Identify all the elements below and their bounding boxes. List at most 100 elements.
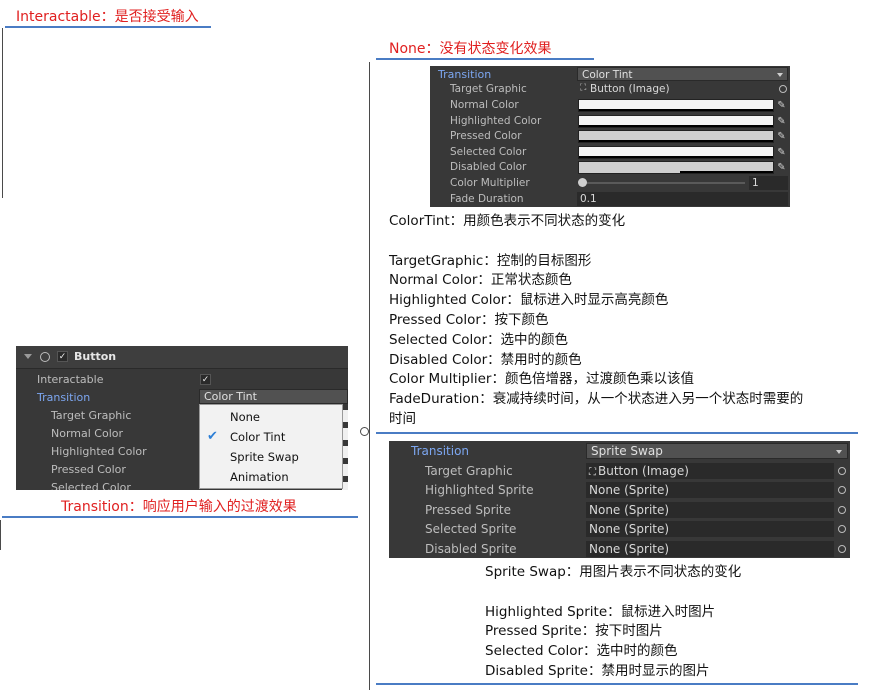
interactable-underline — [5, 26, 211, 28]
menu-item[interactable]: ✔ Color Tint — [200, 427, 342, 447]
ss-row-field[interactable]: None (Sprite) — [586, 521, 834, 538]
ss-row-value: None (Sprite) — [589, 483, 670, 498]
ct-color-label: Pressed Color — [450, 130, 522, 143]
note-line: Disabled Color：禁用时的颜色 — [389, 351, 582, 368]
ct-multiplier-slider-track[interactable] — [580, 182, 745, 184]
eyedropper-icon[interactable]: ✎ — [776, 116, 787, 127]
inspector-row-label: Pressed Color — [51, 463, 126, 476]
ct-fade-duration-field[interactable]: 0.1 — [577, 192, 788, 206]
ct-multiplier-slider-handle[interactable] — [578, 178, 587, 187]
object-picker-icon[interactable] — [838, 486, 846, 495]
note-line: Normal Color：正常状态颜色 — [389, 272, 572, 289]
transition-underline — [2, 516, 358, 518]
ct-alpha-bar — [579, 109, 773, 111]
note-line: 时间 — [389, 410, 416, 427]
none-title: None：没有状态变化效果 — [389, 41, 552, 57]
object-picker-icon[interactable] — [838, 467, 846, 475]
ct-image-icon: ⛶ — [580, 83, 587, 93]
connector-node-circle — [360, 427, 369, 436]
ss-row-field[interactable]: None (Sprite) — [586, 501, 834, 518]
connector-left-bottom — [0, 520, 1, 550]
inspector-row-label: Target Graphic — [51, 409, 132, 422]
ct-color-swatch[interactable] — [578, 161, 774, 175]
inspector-row-label: Normal Color — [51, 427, 124, 440]
object-picker-icon[interactable] — [838, 544, 846, 553]
ss-row-field[interactable]: None (Sprite) — [586, 482, 834, 499]
note-line: Pressed Color：按下颜色 — [389, 311, 549, 328]
note-line: Highlighted Color：鼠标进入时显示高亮颜色 — [389, 292, 669, 309]
foldout-arrow-icon[interactable] — [24, 354, 32, 359]
note-line: Highlighted Sprite：鼠标进入时图片 — [485, 603, 716, 620]
ct-alpha-bar — [679, 171, 773, 174]
note-line: TargetGraphic：控制的目标图形 — [389, 252, 592, 269]
ss-row-value: None (Sprite) — [589, 522, 670, 537]
ct-color-label: Disabled Color — [450, 161, 527, 174]
eyedropper-icon[interactable]: ✎ — [776, 131, 787, 142]
ct-fade-duration-label: Fade Duration — [450, 193, 524, 205]
transition-dropdown[interactable]: Color Tint — [199, 389, 348, 404]
eyedropper-icon[interactable]: ✎ — [776, 162, 787, 173]
colortint-notes: ColorTint：用颜色表示不同状态的变化 TargetGraphic：控制的目… — [389, 212, 803, 430]
transition-menu: None ✔ Color Tint Sprite Swap Animation — [199, 404, 343, 489]
image-icon: ⛶ — [589, 467, 596, 478]
spriteswap-notes: Sprite Swap：用图片表示不同状态的变化 Highlighted Spri… — [485, 563, 741, 682]
ct-color-swatch[interactable] — [578, 114, 774, 128]
connector-left-top — [2, 28, 3, 198]
ss-row-label: Pressed Sprite — [425, 502, 511, 517]
ss-row-label: Disabled Sprite — [425, 541, 517, 556]
note-line: Selected Color：选中时的颜色 — [485, 643, 678, 660]
ct-alpha-bar — [579, 124, 773, 127]
note-line: Color Multiplier：颜色倍增器，过渡颜色乘以该值 — [389, 371, 694, 388]
ct-alpha-bar — [579, 140, 773, 143]
menu-item-label: Sprite Swap — [230, 450, 299, 464]
note-line — [389, 232, 803, 252]
ct-target-graphic-label: Target Graphic — [450, 83, 527, 95]
eyedropper-icon[interactable]: ✎ — [776, 100, 787, 111]
colortint-underline — [376, 432, 858, 434]
ss-row-label: Target Graphic — [425, 464, 513, 478]
ct-color-swatch[interactable] — [578, 99, 774, 112]
note-line: FadeDuration：衰减持续时间，从一个状态进入另一个状态时需要的 — [389, 391, 804, 408]
object-picker-icon[interactable] — [838, 525, 846, 534]
ct-color-multiplier-field[interactable]: 1 — [749, 176, 788, 190]
ss-row-field[interactable]: None (Sprite) — [586, 540, 834, 557]
component-enabled-checkbox[interactable]: ✓ — [57, 351, 68, 362]
eyedropper-icon[interactable]: ✎ — [776, 147, 787, 158]
ct-color-swatch[interactable] — [578, 130, 774, 144]
ct-color-label: Selected Color — [450, 145, 527, 158]
ct-color-swatch[interactable] — [578, 145, 774, 159]
ss-row-label: Selected Sprite — [425, 522, 517, 537]
note-line: Sprite Swap：用图片表示不同状态的变化 — [485, 564, 742, 580]
ct-alpha-bar — [579, 155, 773, 158]
interactable-title: Interactable：是否接受输入 — [16, 9, 199, 25]
ct-transition-label: Transition — [438, 68, 492, 81]
object-picker-icon[interactable] — [838, 505, 846, 514]
interactable-checkbox[interactable]: ✓ — [200, 374, 211, 385]
component-icon — [40, 352, 50, 362]
ct-object-picker-icon[interactable] — [779, 85, 787, 93]
connector-main-trunk — [369, 62, 370, 690]
menu-item[interactable]: Animation — [200, 467, 342, 487]
transition-label: Transition — [37, 391, 91, 404]
menu-item[interactable]: None — [200, 407, 342, 427]
ct-target-graphic-value[interactable]: Button (Image) — [590, 82, 670, 97]
spriteswap-panel: Transition Sprite Swap Target Graphic ⛶ Bu… — [389, 441, 850, 558]
ss-dropdown-arrow-icon — [836, 450, 842, 454]
ct-transition-dropdown[interactable]: Color Tint — [577, 67, 788, 81]
ct-color-label: Normal Color — [450, 99, 519, 111]
menu-item[interactable]: Sprite Swap — [200, 447, 342, 467]
colortint-panel: Transition Color Tint Target Graphic ⛶ B… — [430, 66, 790, 207]
ss-row-label: Highlighted Sprite — [425, 483, 534, 498]
ct-color-label: Highlighted Color — [450, 114, 542, 127]
menu-item-label: None — [230, 410, 261, 424]
component-name: Button — [74, 350, 117, 363]
ss-row-field[interactable]: ⛶ Button (Image) — [586, 463, 834, 479]
component-header: ✓ Button — [16, 346, 348, 369]
transition-title: Transition：响应用户输入的过渡效果 — [61, 499, 297, 515]
ss-transition-dropdown[interactable]: Sprite Swap — [586, 443, 848, 459]
ss-transition-label: Transition — [411, 444, 470, 458]
inspector-row-label: Highlighted Color — [51, 445, 147, 458]
note-line: Disabled Sprite：禁用时显示的图片 — [485, 662, 710, 679]
menu-item-label: Animation — [230, 470, 289, 484]
note-line: Pressed Sprite：按下时图片 — [485, 623, 663, 640]
